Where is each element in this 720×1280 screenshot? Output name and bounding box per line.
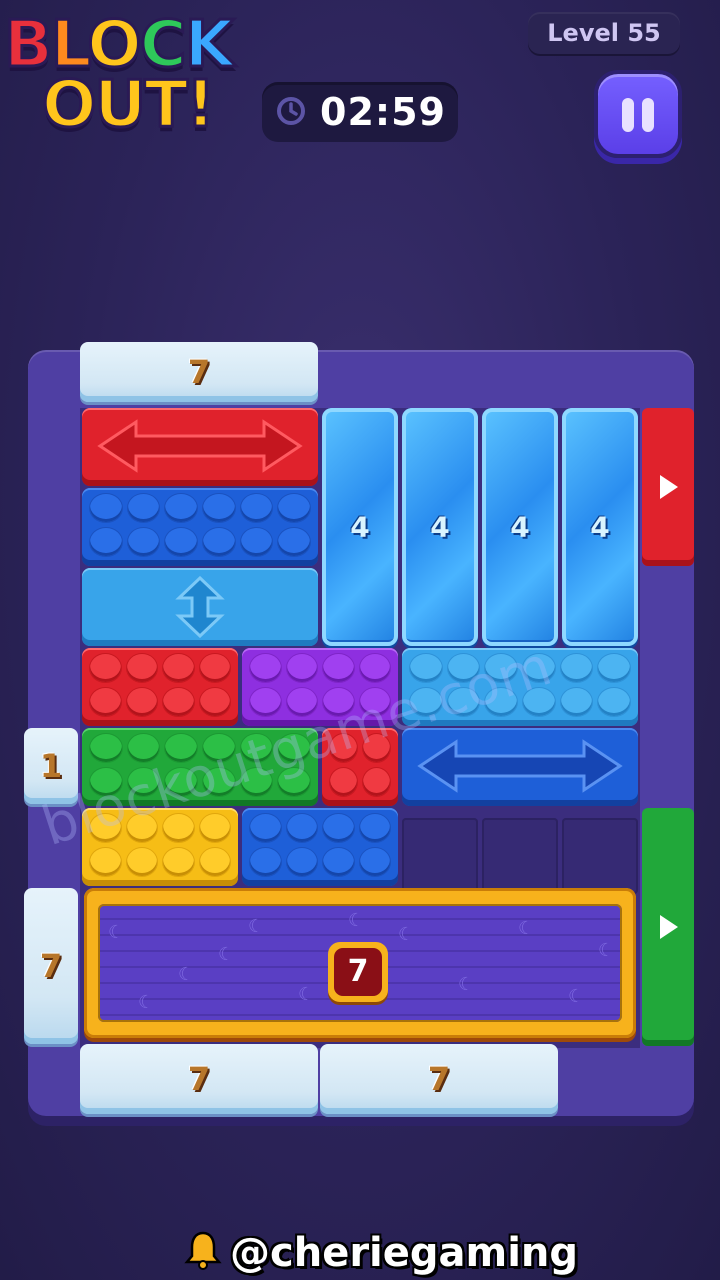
clock-icon [277,97,305,125]
crystal-counter: 4 [590,510,610,544]
ice-counter: 7 [39,947,63,985]
ice-counter: 1 [39,747,63,785]
game-logo: BLOCK OUT! [3,2,266,152]
blue-block-horizontal[interactable] [402,728,638,806]
ice-counter: 7 [427,1060,451,1098]
credit-text: @cheriegaming [230,1230,579,1276]
exit-red [642,408,694,566]
logo-line-2: OUT! [40,67,216,144]
ice-block-bottom-right[interactable]: 7 [320,1044,558,1114]
timer: 02:59 [262,82,458,142]
ice-block-left-tall[interactable]: 7 [24,888,78,1044]
red-block[interactable] [82,648,238,726]
exit-green [642,808,694,1046]
light-blue-block-vertical[interactable] [82,568,318,646]
red-block-horizontal[interactable] [82,408,318,486]
crystal-block[interactable]: 4 [402,408,478,646]
pause-button[interactable] [594,70,682,158]
empty-cell [482,818,558,894]
ice-block-top[interactable]: 7 [80,342,318,402]
ice-counter: 7 [187,353,211,391]
crystal-block[interactable]: 4 [562,408,638,646]
bell-icon [184,1231,222,1270]
mystery-counter-badge: 7 [328,942,388,1002]
crystal-counter: 4 [350,510,370,544]
double-arrow-vertical-icon [175,576,225,638]
crystal-counter: 4 [510,510,530,544]
arrow-right-icon [660,475,678,499]
timer-value: 02:59 [320,90,446,134]
ice-block-bottom-left[interactable]: 7 [80,1044,318,1114]
crystal-counter: 4 [430,510,450,544]
creator-credit: @cheriegaming [184,1226,578,1280]
pause-icon [598,74,678,154]
mystery-counter: 7 [334,948,382,996]
empty-cell [402,818,478,894]
mystery-block[interactable]: ☾ ☾ ☾ ☾ ☾ ☾ ☾ ☾ ☾ ☾ ☾ ☾ 7 [84,888,636,1038]
blue-block-small[interactable] [242,808,398,886]
crystal-block[interactable]: 4 [482,408,558,646]
ice-counter: 7 [187,1060,211,1098]
double-arrow-horizontal-icon [417,739,623,793]
arrow-right-icon [660,915,678,939]
blue-block[interactable] [82,488,318,566]
double-arrow-horizontal-icon [97,419,303,473]
crystal-block[interactable]: 4 [322,408,398,646]
level-label: Level 55 [528,12,680,54]
empty-cell [562,818,638,894]
